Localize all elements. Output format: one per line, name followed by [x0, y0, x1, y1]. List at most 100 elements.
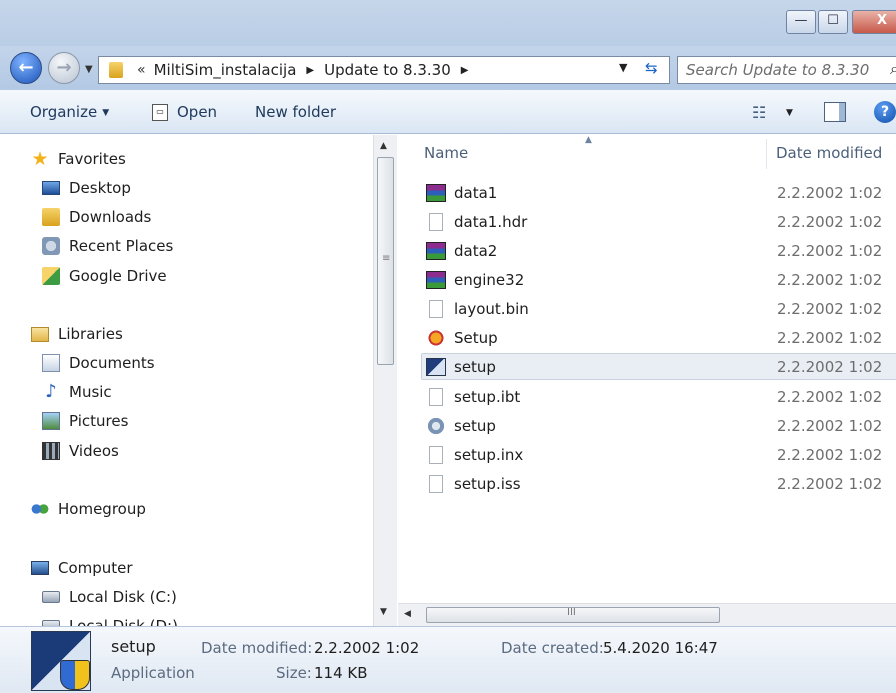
title-bar: — ☐ X [0, 0, 896, 46]
sidebar-item-recent-places[interactable]: Recent Places [42, 234, 173, 258]
file-list-pane: ▲ Name Date modified data1 2.2.2002 1:02… [398, 135, 896, 603]
sidebar-item-local-disk-c[interactable]: Local Disk (C:) [42, 585, 177, 609]
file-row-data2[interactable]: data2 2.2.2002 1:02 [421, 237, 896, 264]
sidebar-item-downloads[interactable]: Downloads [42, 205, 151, 229]
view-options-dropdown-icon[interactable]: ▼ [786, 108, 793, 118]
navigation-pane-scrollbar[interactable]: ▲ ≡ ▼ [373, 135, 397, 626]
file-name: Setup [454, 328, 498, 347]
details-pane: setup Application Date modified: 2.2.200… [0, 626, 896, 693]
file-row-setup-inx[interactable]: setup.inx 2.2.2002 1:02 [421, 441, 896, 468]
scroll-up-icon[interactable]: ▲ [380, 141, 387, 151]
sidebar-item-computer[interactable]: Computer [31, 556, 133, 580]
file-name: setup.iss [454, 474, 521, 493]
refresh-icon[interactable]: ⇆ [645, 59, 658, 77]
minimize-button[interactable]: — [786, 10, 816, 34]
blank-file-icon [429, 474, 443, 493]
disk-drive-icon [42, 591, 60, 603]
column-divider[interactable] [766, 139, 767, 169]
scrollbar-thumb[interactable]: ≡ [377, 157, 394, 365]
file-row-setup-application[interactable]: setup 2.2.2002 1:02 [421, 353, 896, 380]
breadcrumb-update-folder[interactable]: Update to 8.3.30 [324, 61, 451, 79]
libraries-icon [31, 326, 49, 342]
google-drive-icon [42, 267, 60, 285]
file-date-modified: 2.2.2002 1:02 [777, 445, 883, 464]
sidebar-item-desktop[interactable]: Desktop [42, 176, 131, 200]
file-row-layout-bin[interactable]: layout.bin 2.2.2002 1:02 [421, 295, 896, 322]
back-button[interactable]: ← [10, 52, 42, 84]
installer-app-icon [426, 357, 446, 376]
help-icon[interactable]: ? [874, 101, 896, 123]
sidebar-item-label: Local Disk (C:) [69, 588, 177, 606]
preview-pane-icon[interactable] [824, 102, 846, 122]
chevron-down-icon: ▼ [102, 107, 110, 118]
column-header-name[interactable]: Name [424, 144, 468, 162]
desktop-icon [42, 181, 60, 195]
homegroup-icon [31, 500, 49, 518]
details-size-value: 114 KB [314, 664, 368, 682]
file-name: setup [454, 416, 496, 435]
sidebar-item-videos[interactable]: Videos [42, 439, 119, 463]
file-row-setup-ibt[interactable]: setup.ibt 2.2.2002 1:02 [421, 383, 896, 410]
scrollbar-thumb[interactable]: III [426, 607, 720, 623]
sidebar-item-label: Homegroup [58, 500, 146, 518]
breadcrumb-miltisim-instalacija[interactable]: MiltiSim_instalacija [154, 61, 297, 79]
videos-icon [42, 442, 60, 460]
blank-file-icon [429, 445, 443, 464]
file-row-data1-hdr[interactable]: data1.hdr 2.2.2002 1:02 [421, 208, 896, 235]
sidebar-item-label: Pictures [69, 412, 129, 430]
sidebar-item-favorites[interactable]: ★ Favorites [31, 147, 126, 171]
sidebar-item-label: Local Disk (D:) [69, 617, 178, 626]
sidebar-item-label: Favorites [58, 150, 126, 168]
search-placeholder: Search Update to 8.3.30 [686, 61, 870, 79]
close-button[interactable]: X [852, 10, 896, 34]
sidebar-item-documents[interactable]: Documents [42, 351, 155, 375]
file-name: layout.bin [454, 299, 529, 318]
sidebar-item-libraries[interactable]: Libraries [31, 322, 123, 346]
details-file-type: Application [111, 664, 195, 682]
file-row-setup-bitmap[interactable]: Setup 2.2.2002 1:02 [421, 324, 896, 351]
music-icon: ♪ [45, 381, 57, 402]
sidebar-item-local-disk-d[interactable]: Local Disk (D:) [42, 614, 178, 626]
file-row-engine32[interactable]: engine32 2.2.2002 1:02 [421, 266, 896, 293]
sidebar-item-label: Recent Places [69, 237, 174, 255]
navigation-bar: ← → ▼ « MiltiSim_instalacija ▶ Update to… [0, 46, 896, 90]
column-header-date-modified[interactable]: Date modified [776, 144, 882, 162]
new-folder-button[interactable]: New folder [255, 103, 336, 121]
file-date-modified: 2.2.2002 1:02 [777, 328, 883, 347]
command-toolbar: Organize ▼ ▭ Open New folder ☷ ▼ ? [0, 90, 896, 134]
maximize-button[interactable]: ☐ [818, 10, 848, 34]
breadcrumb-separator-icon[interactable]: ▶ [306, 65, 314, 76]
search-input[interactable]: Search Update to 8.3.30 ⌕ [677, 56, 896, 84]
sidebar-item-label: Desktop [69, 179, 131, 197]
open-icon[interactable]: ▭ [152, 104, 168, 121]
file-row-data1[interactable]: data1 2.2.2002 1:02 [421, 179, 896, 206]
address-overflow-button[interactable]: « [137, 62, 146, 78]
scroll-down-icon[interactable]: ▼ [380, 607, 387, 617]
folder-icon [109, 62, 123, 78]
address-bar[interactable]: « MiltiSim_instalacija ▶ Update to 8.3.3… [98, 56, 670, 84]
file-row-setup-iss[interactable]: setup.iss 2.2.2002 1:02 [421, 470, 896, 497]
forward-button[interactable]: → [48, 52, 80, 84]
address-dropdown-icon[interactable]: ▼ [619, 61, 627, 74]
archive-icon [426, 183, 446, 202]
setup-image-icon [426, 328, 446, 347]
open-button[interactable]: Open [177, 103, 217, 121]
sidebar-item-google-drive[interactable]: Google Drive [42, 264, 167, 288]
sidebar-item-label: Libraries [58, 325, 123, 343]
recent-pages-dropdown-icon[interactable]: ▼ [85, 64, 93, 75]
blank-file-icon [429, 299, 443, 318]
sidebar-item-label: Computer [58, 559, 133, 577]
file-row-setup-config[interactable]: setup 2.2.2002 1:02 [421, 412, 896, 439]
scroll-left-icon[interactable]: ◀ [404, 609, 411, 619]
sidebar-item-pictures[interactable]: Pictures [42, 409, 128, 433]
change-view-icon[interactable]: ☷ [752, 103, 766, 122]
breadcrumb-separator-icon[interactable]: ▶ [461, 65, 469, 76]
sidebar-item-homegroup[interactable]: Homegroup [31, 497, 146, 521]
organize-button[interactable]: Organize ▼ [30, 103, 109, 121]
file-list-horizontal-scrollbar[interactable]: ◀ III [398, 603, 896, 626]
recent-places-icon [42, 237, 60, 255]
sidebar-item-label: Music [69, 383, 112, 401]
file-name: setup.ibt [454, 387, 521, 406]
search-icon[interactable]: ⌕ [890, 59, 896, 79]
sidebar-item-music[interactable]: ♪ Music [42, 380, 112, 404]
